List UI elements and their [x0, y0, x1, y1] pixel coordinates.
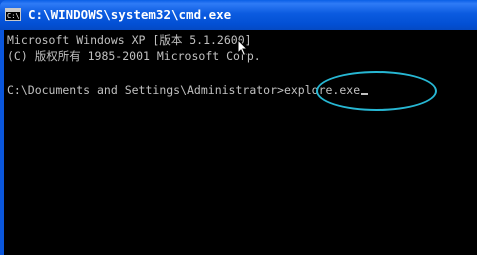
- console-area[interactable]: Microsoft Windows XP [版本 5.1.2600] (C) 版…: [4, 30, 477, 255]
- console-line-copyright: (C) 版权所有 1985-2001 Microsoft Corp.: [7, 49, 261, 63]
- command-prompt: C:\Documents and Settings\Administrator>: [7, 83, 284, 97]
- console-input-line[interactable]: C:\Documents and Settings\Administrator>…: [7, 83, 369, 97]
- icon-prompt: C:\: [7, 12, 20, 20]
- title-bar[interactable]: C:\ C:\WINDOWS\system32\cmd.exe: [0, 0, 477, 30]
- window-title: C:\WINDOWS\system32\cmd.exe: [28, 7, 232, 22]
- cmd-window: C:\ C:\WINDOWS\system32\cmd.exe Microsof…: [0, 0, 477, 255]
- cmd-console-icon[interactable]: C:\: [5, 8, 21, 21]
- console-line-version: Microsoft Windows XP [版本 5.1.2600]: [7, 33, 252, 47]
- mouse-pointer-icon: [237, 39, 249, 57]
- highlight-ellipse: [316, 71, 437, 111]
